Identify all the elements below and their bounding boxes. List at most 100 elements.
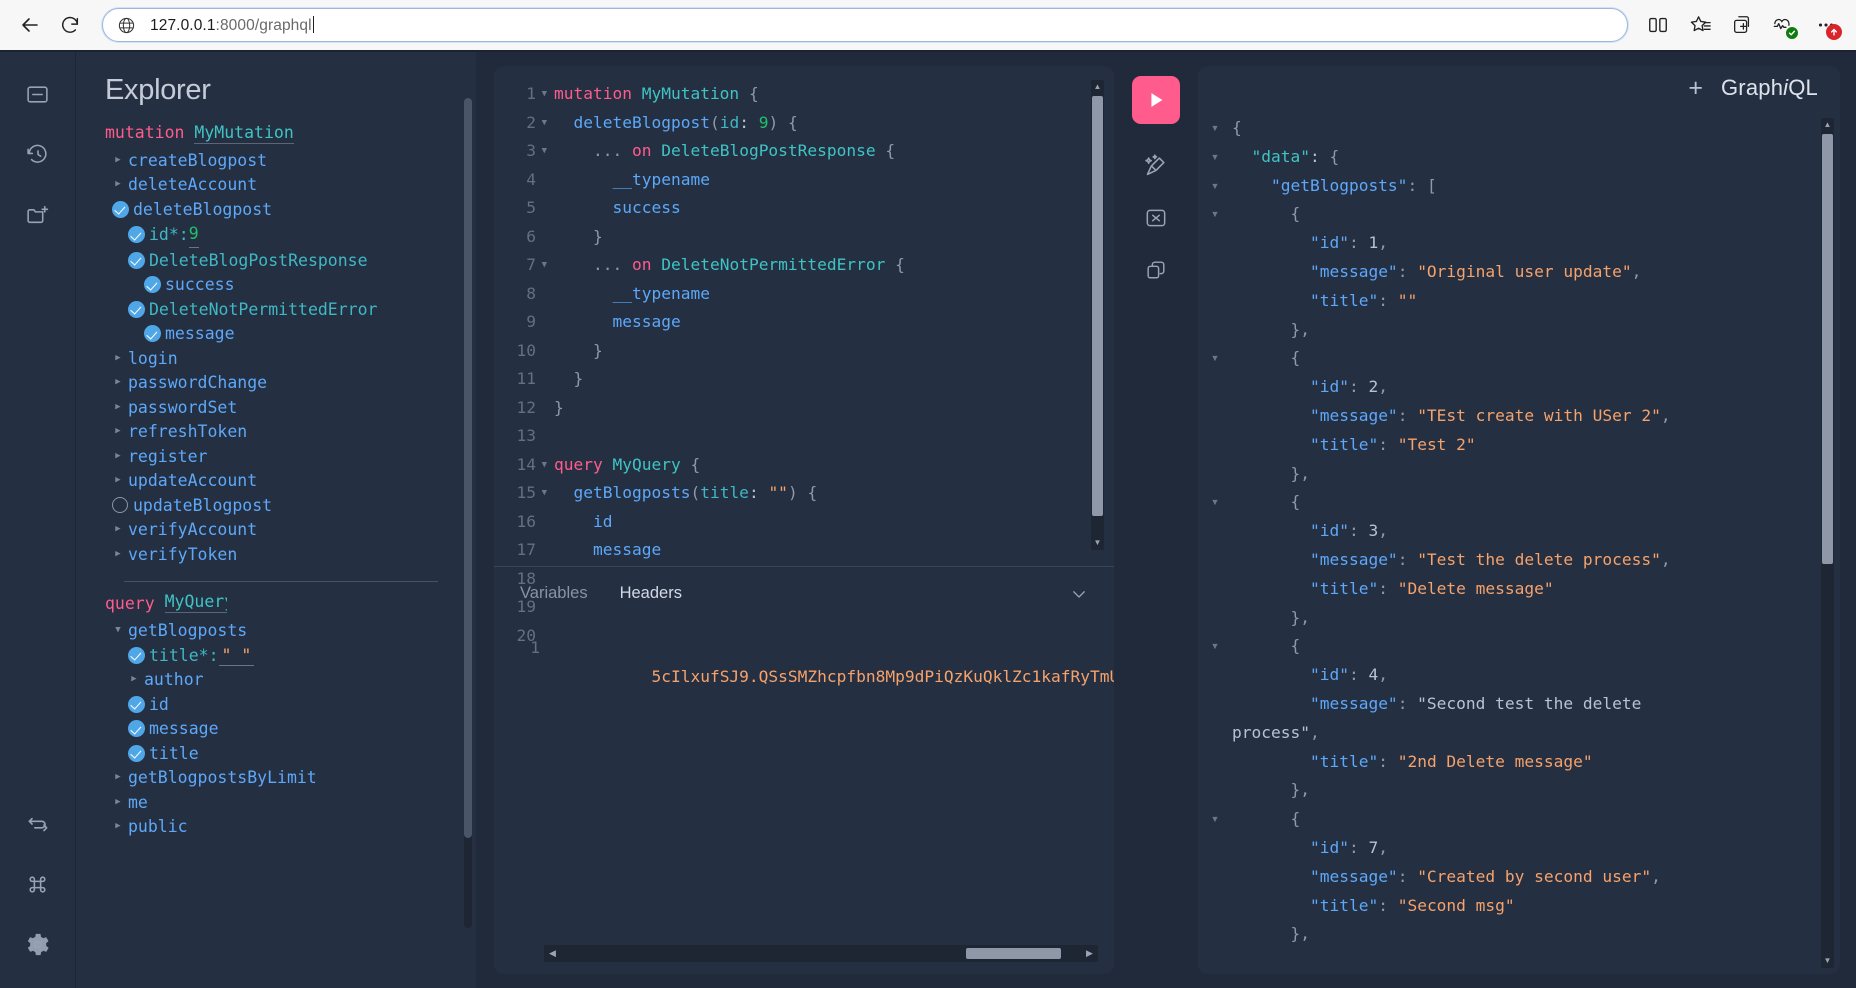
headers-scroll-track[interactable] — [561, 947, 1081, 960]
explorer-node[interactable]: ▶ verifyAccount — [100, 518, 456, 543]
explorer-node[interactable]: message — [100, 322, 456, 347]
response-scroll-down-arrow[interactable]: ▼ — [1821, 954, 1834, 968]
fold-arrow-icon[interactable]: ▼ — [1198, 805, 1232, 834]
chevron-right-icon[interactable]: ▶ — [128, 675, 140, 684]
headers-editor-content[interactable]: 5cIlxufSJ9.QSsSMZhcpfbn8Mp9dPiQzKuQklZc1… — [540, 634, 1114, 974]
fold-arrow-icon[interactable]: ▼ — [1198, 344, 1232, 373]
scroll-up-arrow[interactable]: ▲ — [1091, 80, 1104, 94]
checkmark-icon[interactable] — [128, 744, 145, 762]
explorer-scrollbar[interactable] — [464, 98, 472, 928]
fold-arrow-icon[interactable]: ▼ — [542, 251, 547, 280]
scroll-left-arrow[interactable]: ◀ — [544, 948, 561, 959]
explorer-node[interactable]: updateBlogpost — [100, 493, 456, 518]
explorer-node[interactable]: DeleteBlogPostResponse — [100, 248, 456, 273]
sidebar-item-keyboard-shortcuts[interactable] — [15, 860, 61, 908]
query-name[interactable]: MyQuery — [164, 592, 227, 613]
query-editor-content[interactable]: mutation MyMutation { deleteBlogpost(id:… — [540, 80, 1114, 566]
chevron-right-icon[interactable]: ▶ — [112, 451, 124, 461]
explorer-node-value[interactable]: " " — [218, 644, 255, 668]
chevron-right-icon[interactable]: ▶ — [112, 353, 124, 363]
mutation-name[interactable]: MyMutation — [194, 123, 294, 144]
chevron-right-icon[interactable]: ▶ — [112, 822, 124, 831]
headers-scrollbar-thumb[interactable] — [966, 948, 1061, 959]
response-scrollbar[interactable]: ▲ ▼ — [1821, 118, 1834, 968]
favorites-button[interactable] — [1680, 5, 1720, 45]
chevron-right-icon[interactable]: ▶ — [112, 525, 124, 534]
merge-fragments-button[interactable] — [1132, 194, 1180, 242]
tab-variables[interactable]: Variables — [518, 580, 590, 607]
chevron-right-icon[interactable]: ▶ — [112, 378, 124, 387]
scroll-right-arrow[interactable]: ▶ — [1081, 948, 1098, 959]
explorer-node[interactable]: ▶ register — [100, 444, 456, 469]
checkmark-icon[interactable] — [128, 695, 145, 713]
copy-query-button[interactable] — [1132, 246, 1180, 294]
checkmark-icon[interactable] — [144, 276, 161, 294]
query-scrollbar-thumb[interactable] — [1092, 96, 1103, 516]
checkmark-icon[interactable] — [128, 300, 145, 318]
scroll-down-arrow[interactable]: ▼ — [1091, 536, 1104, 550]
explorer-node[interactable]: ▶ createBlogpost — [100, 148, 456, 173]
explorer-node[interactable]: ▶ refreshToken — [100, 420, 456, 445]
chevron-right-icon[interactable]: ▶ — [112, 180, 124, 189]
checkmark-icon[interactable] — [128, 720, 145, 738]
fold-arrow-icon[interactable]: ▼ — [1198, 143, 1232, 172]
split-screen-button[interactable] — [1638, 5, 1678, 45]
sidebar-item-docs-explorer[interactable] — [15, 70, 61, 118]
execute-query-button[interactable] — [1132, 76, 1180, 124]
fold-arrow-icon[interactable]: ▼ — [1198, 200, 1232, 229]
explorer-node[interactable]: title*: " " — [100, 643, 456, 668]
chevron-right-icon[interactable]: ▶ — [112, 549, 124, 559]
prettify-button[interactable] — [1132, 142, 1180, 190]
fold-arrow-icon[interactable]: ▼ — [1198, 172, 1232, 201]
sidebar-item-history[interactable] — [15, 130, 61, 178]
chevron-down-icon[interactable] — [1070, 585, 1088, 608]
chevron-down-icon[interactable]: ▼ — [112, 626, 124, 635]
collections-button[interactable] — [1722, 5, 1762, 45]
checkmark-icon[interactable] — [128, 251, 145, 269]
explorer-node[interactable]: ▶ updateAccount — [100, 469, 456, 494]
explorer-node[interactable]: message — [100, 717, 456, 742]
sidebar-item-settings[interactable] — [15, 920, 61, 968]
fold-arrow-icon[interactable]: ▼ — [542, 137, 547, 166]
headers-editor[interactable]: 1 5cIlxufSJ9.QSsSMZhcpfbn8Mp9dPiQzKuQklZ… — [494, 620, 1114, 974]
checkmark-icon[interactable] — [128, 226, 145, 244]
explorer-node[interactable]: ▶ login — [100, 346, 456, 371]
sidebar-item-saved-documents[interactable] — [15, 190, 61, 238]
explorer-node[interactable]: DeleteNotPermittedError — [100, 297, 456, 322]
explorer-node-value[interactable]: 9 — [188, 222, 199, 248]
fold-arrow-icon[interactable]: ▼ — [1198, 488, 1232, 517]
empty-circle-icon[interactable] — [112, 497, 128, 514]
explorer-node[interactable]: id*: 9 — [100, 222, 456, 249]
explorer-node[interactable]: ▶ passwordSet — [100, 395, 456, 420]
fold-arrow-icon[interactable]: ▼ — [542, 479, 547, 508]
explorer-node[interactable]: id — [100, 692, 456, 717]
explorer-node[interactable]: ▶ passwordChange — [100, 371, 456, 396]
reload-button[interactable] — [50, 5, 90, 45]
explorer-node[interactable]: ▶ me — [100, 790, 456, 815]
fold-arrow-icon[interactable]: ▼ — [1198, 632, 1232, 661]
explorer-scrollbar-thumb[interactable] — [464, 98, 472, 838]
explorer-node[interactable]: ▶ getBlogpostsByLimit — [100, 766, 456, 791]
explorer-node[interactable]: ▶ deleteAccount — [100, 173, 456, 198]
add-tab-button[interactable]: + — [1688, 75, 1703, 101]
back-button[interactable] — [10, 5, 50, 45]
response-scrollbar-thumb[interactable] — [1822, 134, 1833, 564]
response-viewer[interactable]: ▼ ▼ ▼ ▼ ▼ ▼ ▼ ▼ { "data": { "getBlogposts":… — [1198, 110, 1840, 974]
fold-arrow-icon[interactable]: ▼ — [1198, 114, 1232, 143]
explorer-node[interactable]: ▶ author — [100, 668, 456, 693]
explorer-node[interactable]: ▼ getBlogposts — [100, 619, 456, 644]
checkmark-icon[interactable] — [144, 325, 161, 343]
sidebar-item-refetch-schema[interactable] — [15, 800, 61, 848]
response-scroll-up-arrow[interactable]: ▲ — [1821, 118, 1834, 132]
chevron-right-icon[interactable]: ▶ — [112, 476, 124, 485]
settings-and-more-button[interactable] — [1806, 5, 1846, 45]
explorer-node[interactable]: deleteBlogpost — [100, 197, 456, 222]
checkmark-icon[interactable] — [112, 200, 129, 218]
address-bar[interactable]: 127.0.0.1:8000/graphql — [102, 8, 1628, 42]
fold-arrow-icon[interactable]: ▼ — [542, 451, 547, 480]
query-editor[interactable]: 1 ▼ 2 ▼ 3 ▼ 4 5 6 7 ▼ 8 9 10 11 12 13 14 ▼ 15 ▼ 16 17 18 19 20 mu… — [494, 66, 1114, 645]
headers-horizontal-scrollbar[interactable]: ◀ ▶ — [544, 945, 1098, 962]
browser-essentials-button[interactable] — [1764, 5, 1804, 45]
fold-arrow-icon[interactable]: ▼ — [542, 80, 547, 109]
explorer-node[interactable]: ▶ public — [100, 815, 456, 840]
